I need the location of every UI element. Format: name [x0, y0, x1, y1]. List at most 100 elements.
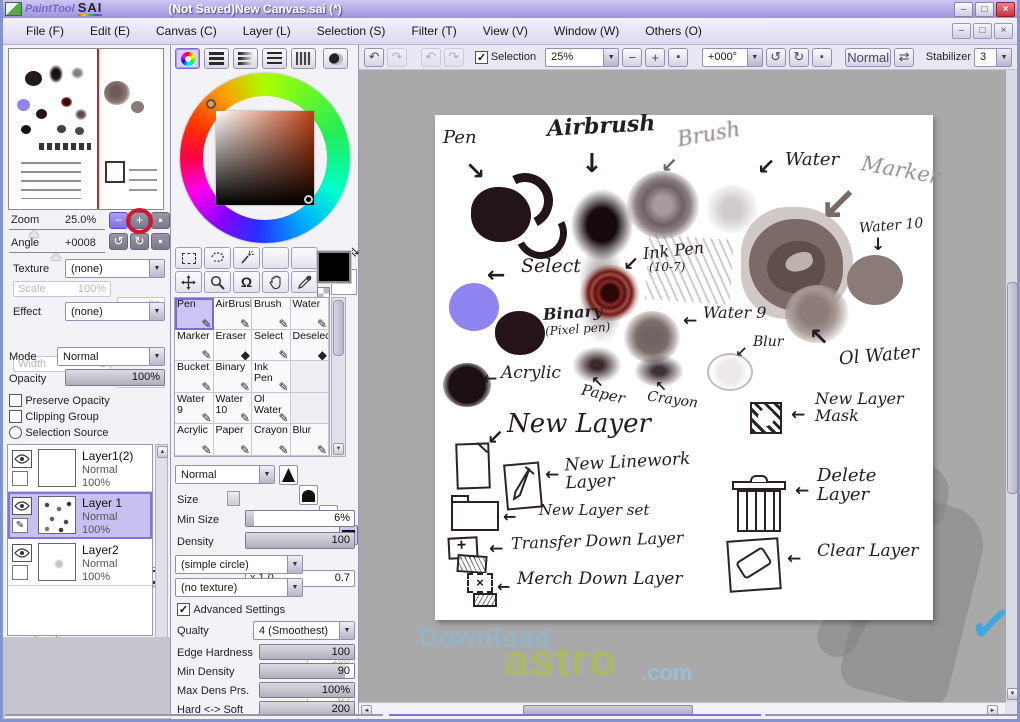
dropdown-arrow-icon[interactable]: ▼: [149, 303, 164, 320]
angle-slider-handle[interactable]: [51, 253, 61, 260]
magic-wand-tool-button[interactable]: [233, 247, 260, 269]
dropdown-arrow-icon[interactable]: ▼: [287, 579, 302, 596]
marquee-tool-button[interactable]: [175, 247, 202, 269]
swatches-tab[interactable]: [262, 48, 287, 69]
opacity-bar[interactable]: 100%: [65, 369, 165, 386]
texture-combo[interactable]: (none) ▼: [65, 259, 165, 278]
layer-option-checkbox[interactable]: [12, 565, 28, 580]
selection-redo-button[interactable]: ↷: [443, 47, 464, 67]
dropdown-arrow-icon[interactable]: ▼: [149, 348, 164, 365]
max-dens-bar[interactable]: 100%: [259, 682, 355, 698]
edge-hardness-bar[interactable]: 100: [259, 644, 355, 660]
brush-blend-combo[interactable]: Normal ▼: [175, 465, 275, 484]
tool-slot-empty[interactable]: [262, 247, 289, 269]
menu-filter[interactable]: Filter (T): [398, 24, 469, 38]
nav-rotate-ccw-button[interactable]: ↺: [109, 233, 128, 250]
layer-row-selected[interactable]: ✎ Layer 1 Normal 100%: [8, 492, 152, 539]
advanced-settings-checkbox[interactable]: ✓: [177, 603, 190, 617]
min-size-bar[interactable]: 6%: [245, 510, 355, 527]
rotate-ccw-button[interactable]: ↺: [765, 47, 786, 67]
foreground-color-swatch[interactable]: [316, 250, 352, 284]
menu-selection[interactable]: Selection (S): [304, 24, 399, 38]
menu-canvas[interactable]: Canvas (C): [143, 24, 230, 38]
zoom-slider[interactable]: [9, 229, 105, 230]
tool-grid-scrollbar[interactable]: ▼: [331, 297, 346, 457]
vertical-scrollbar-thumb[interactable]: [1007, 282, 1017, 494]
tool-ink-pen[interactable]: Ink Pen ✎: [252, 361, 291, 393]
tool-water10[interactable]: Water 10 ✎: [213, 392, 252, 425]
tool-airbrush[interactable]: AirBrush ✎: [213, 298, 252, 330]
tool-eraser[interactable]: Eraser ◆: [213, 329, 252, 362]
zoom-reset-button[interactable]: ▪: [668, 47, 689, 67]
doc-restore-button[interactable]: □: [973, 23, 992, 39]
zoom-in-button[interactable]: +: [645, 47, 666, 67]
color-wheel-tab[interactable]: [175, 48, 200, 69]
clipping-group-row[interactable]: Clipping Group: [9, 409, 99, 424]
flip-view-button[interactable]: ⇄: [894, 47, 915, 67]
scrollbar-thumb[interactable]: [333, 300, 344, 356]
tool-pen[interactable]: Pen ✎: [175, 298, 214, 330]
clipping-group-checkbox[interactable]: [9, 410, 22, 424]
doc-minimize-button[interactable]: –: [952, 23, 971, 39]
color-mixer-tab[interactable]: [323, 48, 348, 69]
brush-shape-triangle-button[interactable]: [279, 465, 298, 485]
angle-combo[interactable]: +000° ▼: [701, 47, 763, 67]
scroll-up-button[interactable]: ▲: [157, 446, 168, 458]
minimize-button[interactable]: –: [954, 1, 973, 17]
tool-slot-empty[interactable]: [291, 247, 318, 269]
zoom-tool-button[interactable]: [204, 271, 231, 293]
layer-visibility-toggle[interactable]: [12, 497, 32, 515]
layer-visibility-toggle[interactable]: [12, 450, 32, 468]
dropdown-arrow-icon[interactable]: ▼: [996, 48, 1012, 66]
tool-paper[interactable]: Paper ✎: [213, 424, 252, 456]
effect-combo[interactable]: (none) ▼: [65, 302, 165, 321]
tool-slot-empty[interactable]: [290, 361, 329, 393]
rotate-view-tool-button[interactable]: Ω: [233, 271, 260, 293]
rotate-reset-button[interactable]: ▪: [811, 47, 832, 67]
nav-rotate-reset-button[interactable]: ▪: [151, 233, 170, 250]
navigator-thumbnail[interactable]: [8, 48, 164, 210]
tool-slot-empty[interactable]: [290, 392, 329, 425]
close-button[interactable]: ×: [996, 1, 1015, 17]
stabilizer-combo[interactable]: 3 ▼: [974, 47, 1013, 67]
layer-row[interactable]: Layer2 Normal 100%: [8, 539, 152, 586]
zoom-combo[interactable]: 25% ▼: [545, 47, 620, 67]
menu-file[interactable]: File (F): [13, 24, 77, 38]
rotate-cw-button[interactable]: ↻: [788, 47, 809, 67]
nav-rotate-cw-button[interactable]: ↻: [130, 233, 149, 250]
tool-acrylic[interactable]: Acrylic ✎: [175, 424, 214, 456]
lasso-tool-button[interactable]: [204, 247, 231, 269]
layer-thumbnail[interactable]: [38, 543, 76, 581]
brush-shape-dome-button[interactable]: [299, 485, 318, 505]
selection-source-radio[interactable]: [9, 426, 22, 440]
dropdown-arrow-icon[interactable]: ▼: [259, 466, 274, 483]
selection-source-row[interactable]: Selection Source: [9, 425, 109, 440]
zoom-out-button[interactable]: −: [622, 47, 643, 67]
menu-others[interactable]: Others (O): [632, 24, 715, 38]
rgb-slider-tab[interactable]: [204, 48, 229, 69]
custom-palette-tab[interactable]: [291, 48, 316, 69]
dropdown-arrow-icon[interactable]: ▼: [603, 48, 619, 66]
preserve-opacity-row[interactable]: Preserve Opacity: [9, 393, 110, 408]
hand-tool-button[interactable]: [262, 271, 289, 293]
tool-bucket[interactable]: Bucket ✎: [175, 361, 214, 393]
title-bar[interactable]: PaintTool SAI (Not Saved)New Canvas.sai …: [3, 0, 1017, 18]
dropdown-arrow-icon[interactable]: ▼: [149, 260, 164, 277]
tool-select[interactable]: Select ✎: [252, 329, 291, 362]
density-bar[interactable]: 100: [245, 532, 355, 549]
canvas[interactable]: Pen ↘ Airbrush ↓ Brush ↙ ↙ Water Marker …: [435, 110, 942, 620]
vertical-scrollbar[interactable]: ▼: [1005, 70, 1017, 702]
undo-button[interactable]: ↶: [364, 47, 385, 67]
hsv-slider-tab[interactable]: [233, 48, 258, 69]
tool-deselect[interactable]: Deselect◆: [290, 329, 329, 362]
preserve-opacity-checkbox[interactable]: [9, 394, 22, 408]
canvas-workspace[interactable]: Download astro .com ✓ Pen ↘ Airbrush ↓ B…: [359, 70, 1005, 702]
layer-thumbnail[interactable]: [38, 449, 76, 487]
selection-checkbox[interactable]: ✓: [475, 50, 488, 64]
view-normal-button[interactable]: Normal: [845, 47, 892, 67]
nav-zoom-reset-button[interactable]: ▪: [151, 212, 170, 229]
advanced-settings-row[interactable]: ✓ Advanced Settings: [177, 602, 285, 617]
tool-water9[interactable]: Water 9 ✎: [175, 392, 214, 425]
layer-option-checkbox[interactable]: [12, 471, 28, 486]
tool-brush[interactable]: Brush ✎: [252, 298, 291, 330]
